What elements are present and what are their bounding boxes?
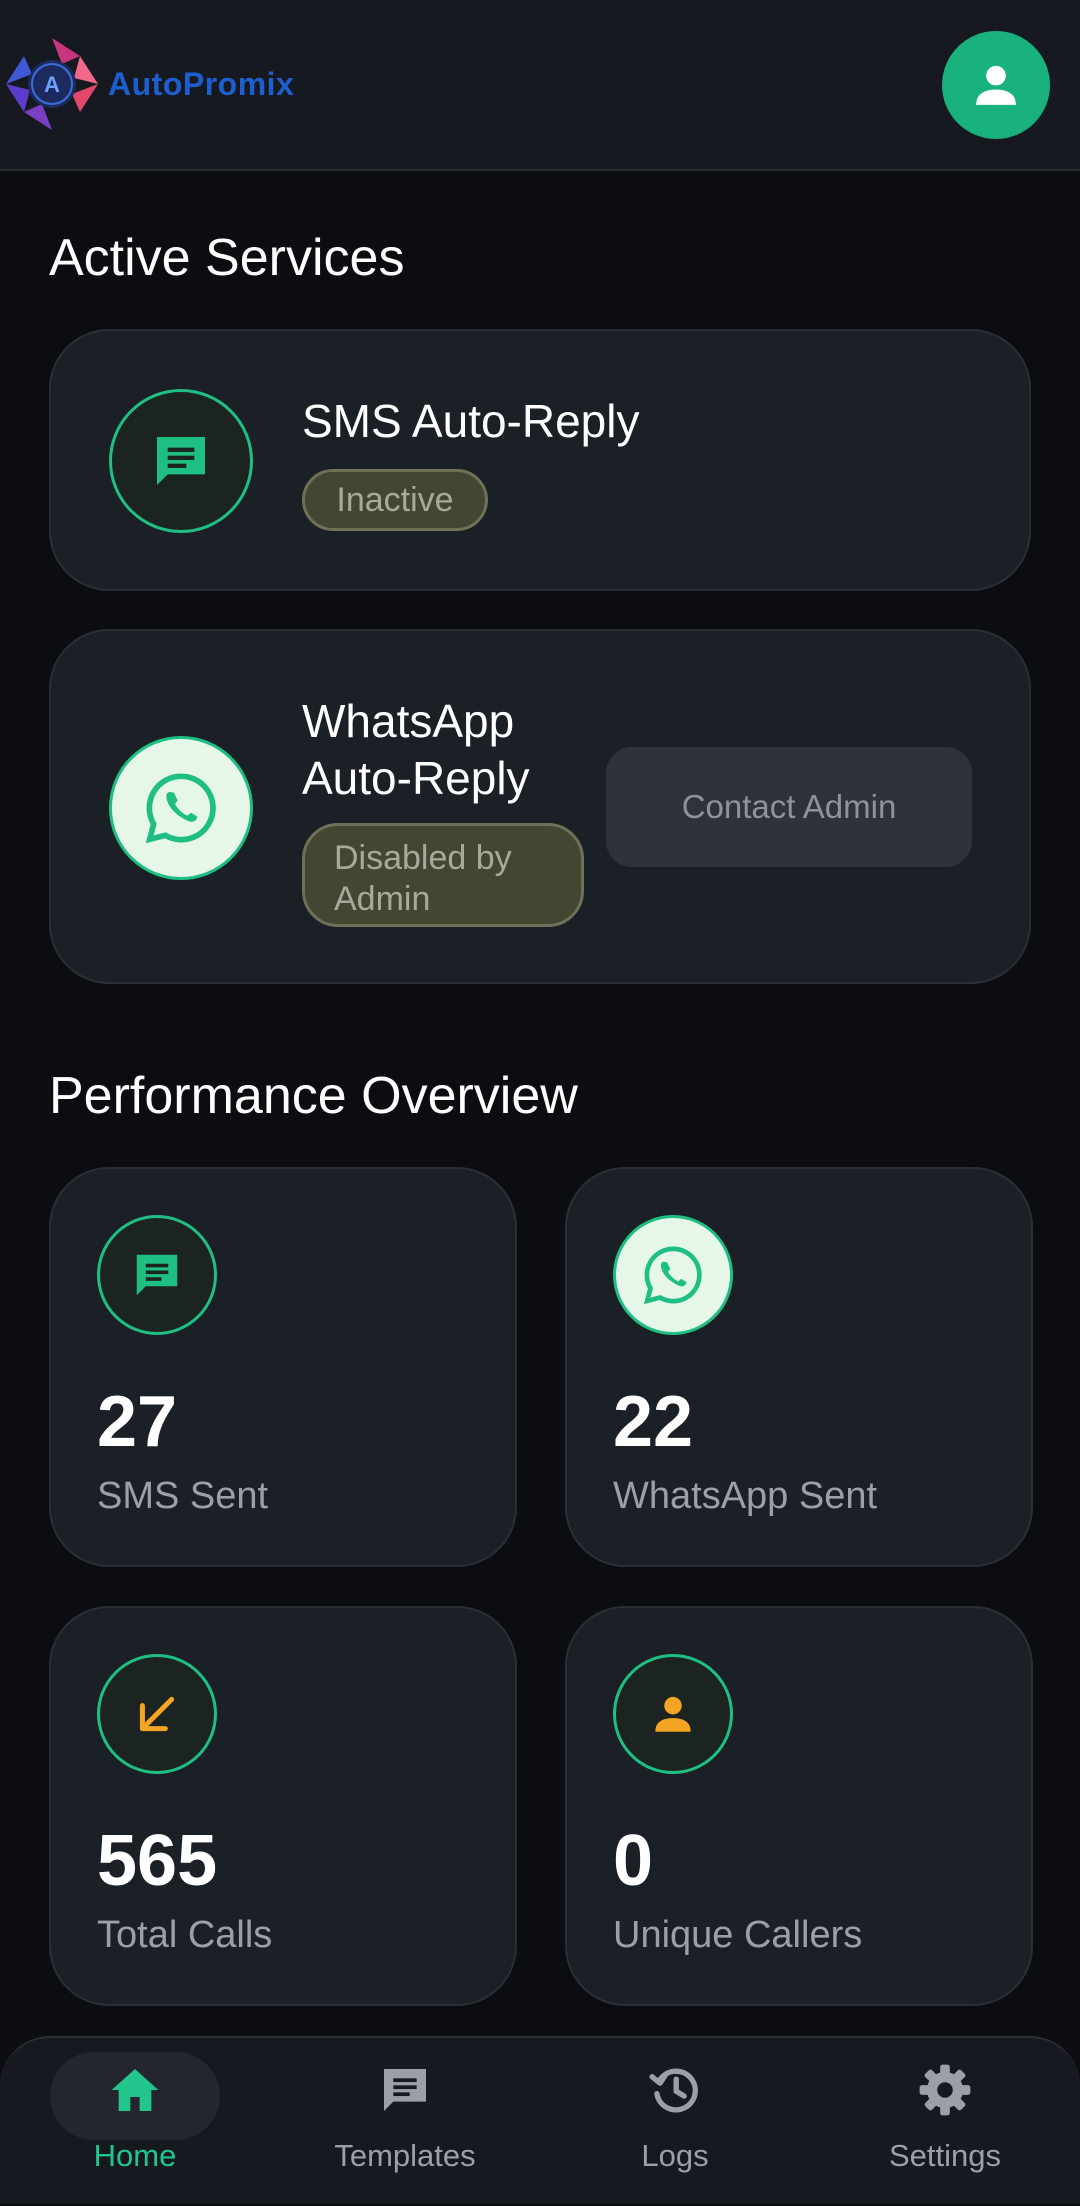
whatsapp-status-badge: Disabled by Admin (302, 823, 584, 927)
app-name: AutoPromix (108, 65, 295, 102)
stat-value: 565 (97, 1821, 218, 1901)
logo-icon: A (6, 38, 98, 130)
stat-icon-calls (97, 1654, 217, 1774)
nav-label-settings: Settings (888, 2138, 1001, 2173)
stat-card-total-calls[interactable]: 565 Total Calls (49, 1606, 517, 2006)
stat-icon-whatsapp (613, 1215, 733, 1335)
gear-icon (915, 2060, 975, 2120)
nav-item-logs[interactable]: Logs (540, 2038, 810, 2206)
stat-card-unique-callers[interactable]: 0 Unique Callers (565, 1606, 1033, 2006)
sms-service-title: SMS Auto-Reply (302, 395, 640, 447)
stat-icon-sms (97, 1215, 217, 1335)
stat-label: SMS Sent (97, 1475, 269, 1517)
stat-card-sms-sent[interactable]: 27 SMS Sent (49, 1167, 517, 1567)
whatsapp-status-line1: Disabled by (334, 839, 512, 877)
section-title-active-services: Active Services (49, 229, 405, 287)
stat-label: Total Calls (97, 1914, 273, 1956)
sms-status-badge: Inactive (302, 469, 488, 531)
stat-value: 27 (97, 1382, 178, 1462)
logo-letter: A (44, 72, 60, 97)
incoming-call-icon (139, 1696, 175, 1732)
section-title-performance: Performance Overview (49, 1067, 578, 1125)
nav-item-settings[interactable]: Settings (810, 2038, 1080, 2206)
stat-value: 0 (613, 1821, 654, 1901)
whatsapp-icon (145, 773, 216, 844)
app-logo: A AutoPromix (2, 34, 294, 134)
stat-label: Unique Callers (613, 1914, 863, 1956)
sms-icon (136, 1254, 178, 1296)
whatsapp-icon (643, 1246, 702, 1305)
templates-icon (375, 2060, 435, 2120)
profile-button[interactable] (942, 31, 1050, 139)
nav-item-templates[interactable]: Templates (270, 2038, 540, 2206)
history-icon (645, 2060, 705, 2120)
bottom-navigation: Home Templates Logs Settings (0, 2036, 1080, 2204)
app-header: A AutoPromix (0, 0, 1080, 171)
person-icon (976, 65, 1016, 105)
stat-icon-callers (613, 1654, 733, 1774)
person-icon (655, 1696, 691, 1732)
whatsapp-status-line2: Admin (334, 880, 431, 918)
whatsapp-service-icon (109, 736, 253, 880)
stat-value: 22 (613, 1382, 694, 1462)
home-icon (105, 2060, 165, 2120)
whatsapp-service-title-line2: Auto-Reply (302, 752, 530, 804)
sms-icon (157, 437, 205, 485)
nav-label-templates: Templates (334, 2138, 476, 2173)
nav-item-home[interactable]: Home (0, 2038, 270, 2206)
stat-label: WhatsApp Sent (613, 1475, 878, 1517)
whatsapp-service-title-line1: WhatsApp (302, 695, 515, 747)
sms-service-card[interactable]: SMS Auto-Reply Inactive (49, 329, 1031, 591)
nav-label-logs: Logs (641, 2138, 709, 2173)
nav-label-home: Home (93, 2138, 177, 2173)
sms-service-icon (109, 389, 253, 533)
stat-card-whatsapp-sent[interactable]: 22 WhatsApp Sent (565, 1167, 1033, 1567)
contact-admin-button[interactable]: Contact Admin (606, 747, 972, 867)
